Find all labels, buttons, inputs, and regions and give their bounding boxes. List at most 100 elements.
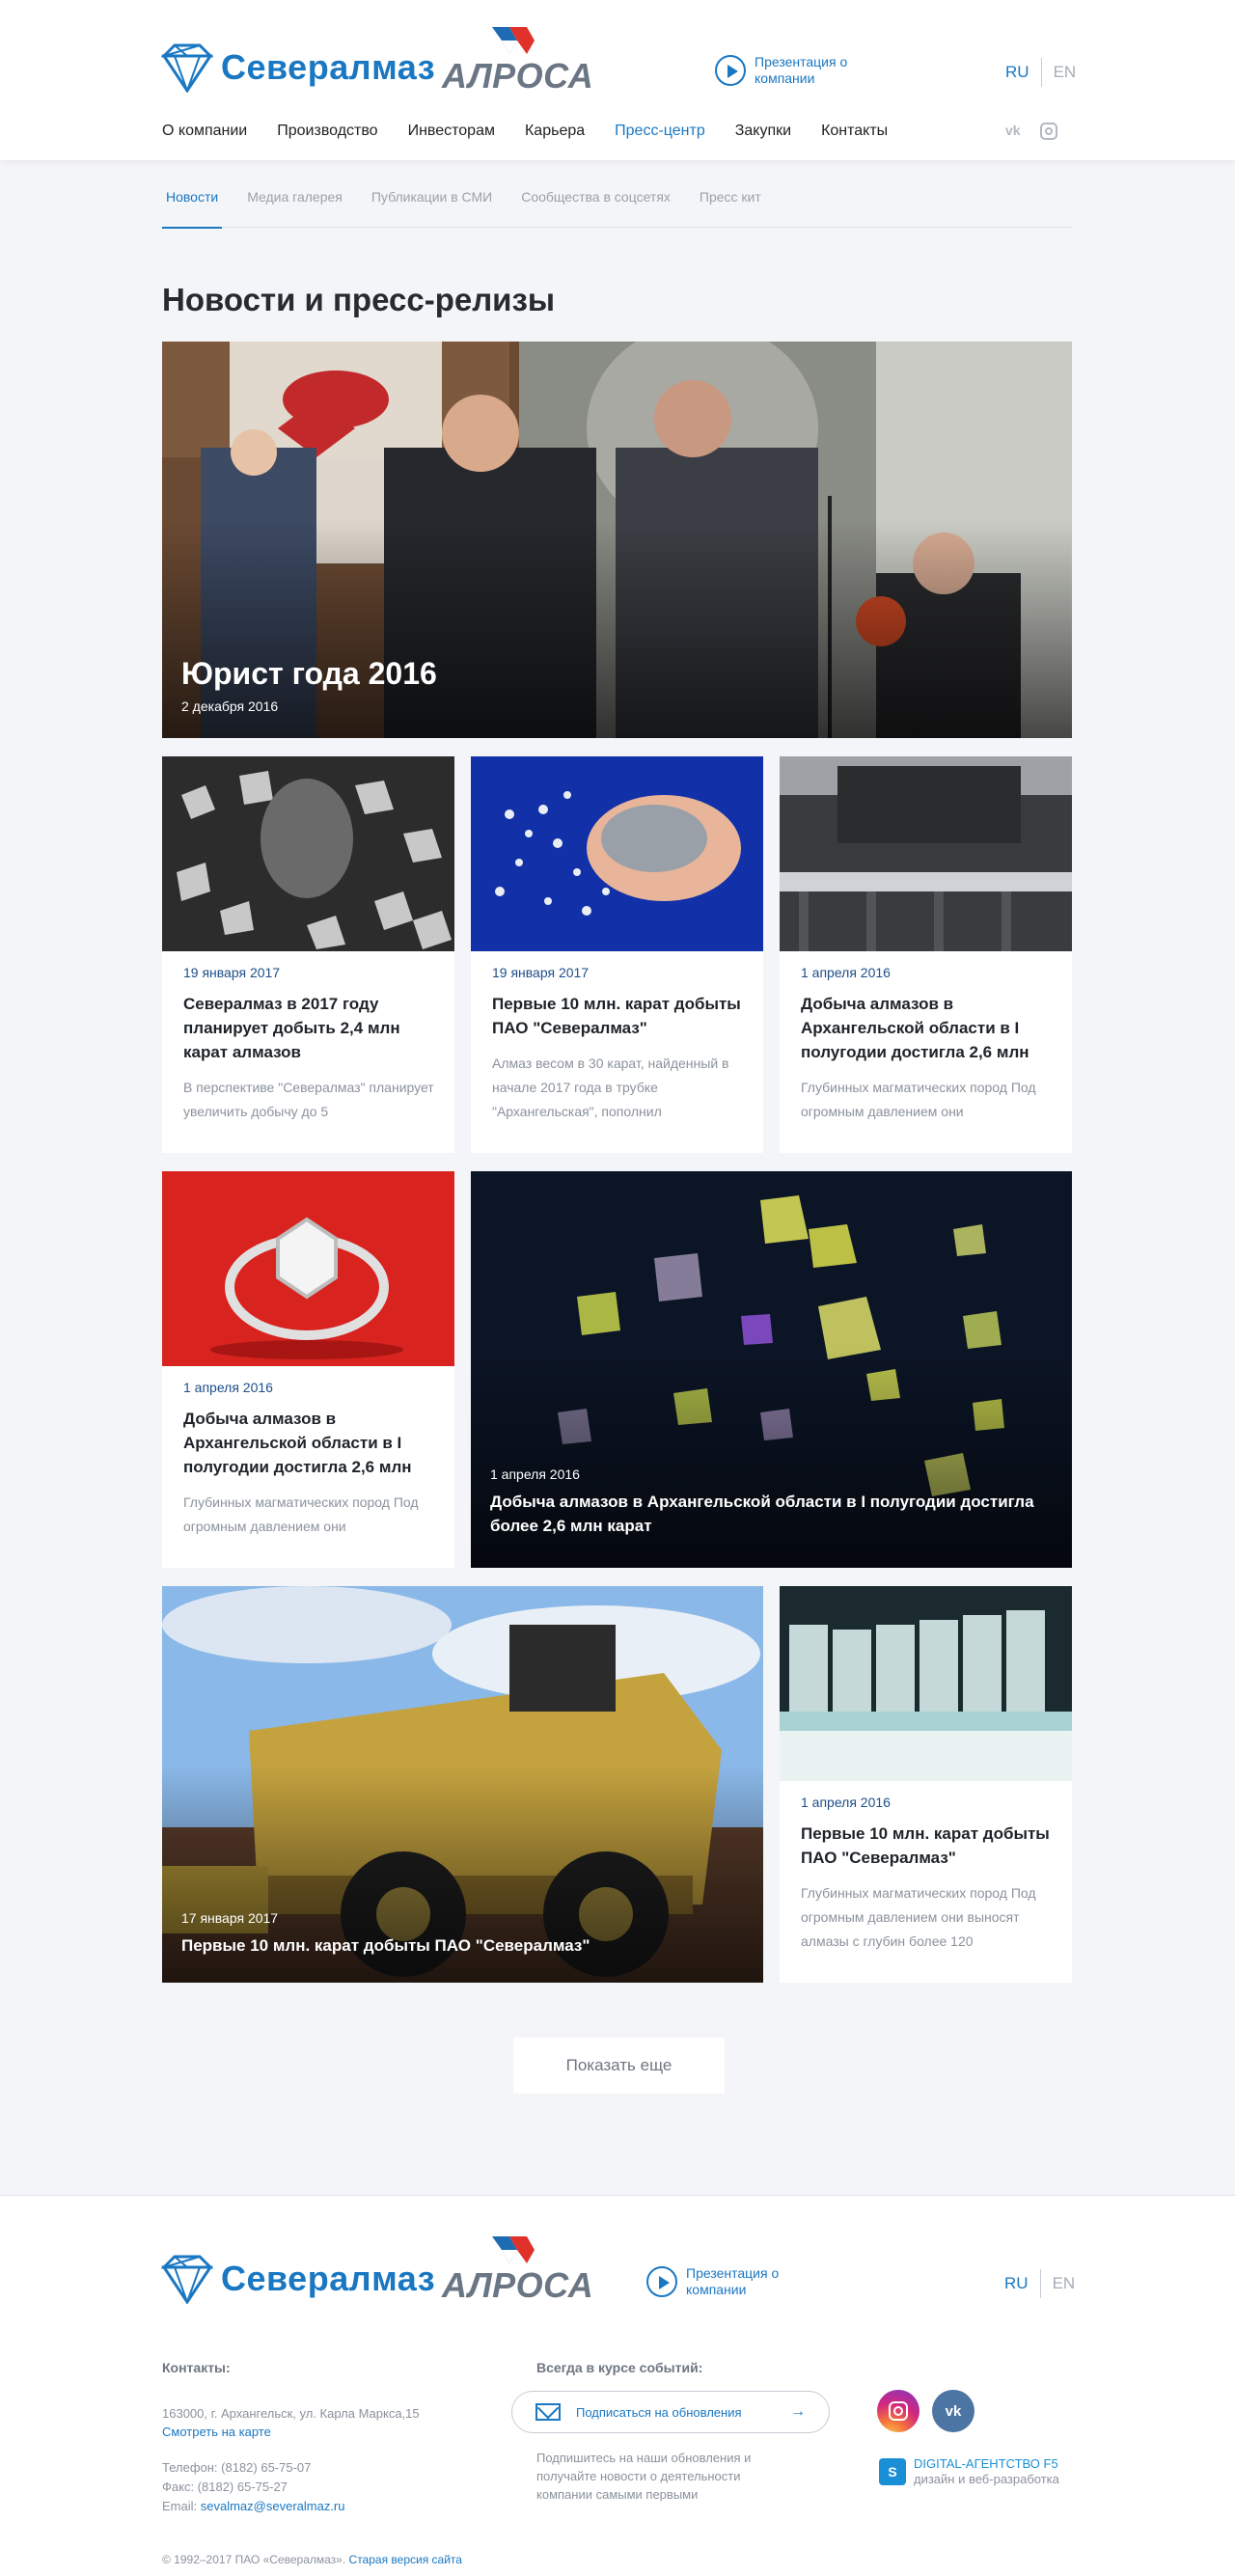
news-date: 1 апреля 2016 — [801, 965, 891, 980]
nav-item-press-center[interactable]: Пресс-центр — [615, 123, 705, 140]
contacts-phone: Телефон: (8182) 65-75-07 — [162, 2460, 312, 2475]
news-body: 1 апреля 2016 Добыча алмазов в Архангель… — [801, 965, 1053, 1124]
news-body: 1 апреля 2016 Первые 10 млн. карат добыт… — [801, 1795, 1053, 1954]
footer-subscribe: Всегда в курсе событий: Подписаться на о… — [511, 2360, 830, 2504]
footer-lang-ru[interactable]: RU — [1004, 2274, 1029, 2293]
brand-name: Севералмаз — [221, 47, 436, 87]
footer-presentation-link[interactable]: Презентация о компании — [646, 2265, 792, 2298]
subscribe-title: Всегда в курсе событий: — [536, 2360, 703, 2375]
news-date: 1 апреля 2016 — [490, 1466, 580, 1482]
news-card-wide[interactable]: 1 апреля 2016 Добыча алмазов в Архангель… — [471, 1171, 1072, 1568]
arrow-right-icon: → — [790, 2403, 806, 2420]
alrosa-emblem-icon — [492, 27, 535, 54]
nav-item-about[interactable]: О компании — [162, 123, 247, 140]
mail-icon — [535, 2403, 561, 2421]
footer-brand-name: Севералмаз — [221, 2259, 436, 2298]
news-card[interactable]: 19 января 2017 Севералмаз в 2017 году пл… — [162, 756, 454, 1153]
presentation-link[interactable]: Презентация о компании — [715, 54, 861, 87]
old-site-link[interactable]: Старая версия сайта — [349, 2553, 462, 2566]
instagram-icon[interactable] — [877, 2390, 919, 2432]
nav-item-career[interactable]: Карьера — [525, 123, 585, 140]
footer-contacts: Контакты: 163000, г. Архангельск, ул. Ка… — [162, 2360, 471, 2516]
news-date: 19 января 2017 — [492, 965, 590, 980]
news-card[interactable]: 19 января 2017 Первые 10 млн. карат добы… — [471, 756, 763, 1153]
lang-separator — [1039, 2269, 1041, 2298]
news-overlay-text: 17 января 2017 Первые 10 млн. карат добы… — [181, 1910, 744, 1958]
nav-item-contacts[interactable]: Контакты — [821, 123, 888, 140]
news-image — [780, 1586, 1072, 1781]
main-nav: О компании Производство Инвесторам Карье… — [162, 123, 918, 140]
news-excerpt: Глубинных магматических пород Под огромн… — [183, 1494, 419, 1534]
vk-icon[interactable]: vk — [932, 2390, 974, 2432]
alrosa-emblem-icon — [492, 2236, 535, 2263]
featured-text: Юрист года 2016 2 декабря 2016 — [181, 654, 1053, 714]
news-image — [162, 1171, 454, 1366]
subnav-social-communities[interactable]: Сообщества в соцсетях — [517, 179, 674, 228]
agency-text: DIGITAL-АГЕНТСТВО F5 дизайн и веб-разраб… — [914, 2456, 1059, 2487]
footer-alrosa-brand-name: АЛРОСА — [442, 2265, 594, 2305]
news-title: Добыча алмазов в Архангельской области в… — [183, 1410, 412, 1476]
email-link[interactable]: sevalmaz@severalmaz.ru — [201, 2499, 345, 2513]
diamond-logo-icon — [161, 43, 213, 93]
news-body: 19 января 2017 Первые 10 млн. карат добы… — [492, 965, 744, 1124]
news-date: 1 апреля 2016 — [183, 1380, 273, 1395]
email-label: Email: — [162, 2499, 198, 2513]
map-link[interactable]: Смотреть на карте — [162, 2425, 271, 2439]
lang-en[interactable]: EN — [1054, 63, 1077, 82]
copyright: © 1992–2017 ПАО «Севералмаз». Старая вер… — [162, 2553, 462, 2566]
news-date: 19 января 2017 — [183, 965, 281, 980]
site-footer: Севералмаз АЛРОСА Презентация о компании… — [0, 2195, 1235, 2576]
footer-severalmaz-logo[interactable]: Севералмаз — [161, 2254, 435, 2304]
language-switch: RU EN — [1005, 58, 1076, 87]
footer-alrosa-logo[interactable]: АЛРОСА — [442, 2234, 593, 2305]
agency-logo-icon: S — [879, 2458, 906, 2485]
subscribe-button[interactable]: Подписаться на обновления → — [511, 2391, 830, 2433]
copyright-text: © 1992–2017 ПАО «Севералмаз». — [162, 2553, 346, 2566]
news-date: 1 апреля 2016 — [801, 1795, 891, 1810]
play-icon — [715, 55, 746, 86]
instagram-icon[interactable] — [1039, 123, 1057, 140]
news-card[interactable]: 1 апреля 2016 Первые 10 млн. карат добыт… — [780, 1586, 1072, 1983]
vk-icon[interactable]: vk — [1005, 123, 1021, 140]
featured-date: 2 декабря 2016 — [181, 699, 279, 714]
news-image — [471, 756, 763, 951]
subscribe-note: Подпишитесь на наши обновления и получай… — [536, 2451, 752, 2502]
news-excerpt: Глубинных магматических пород Под огромн… — [801, 1080, 1036, 1119]
agency-credit[interactable]: S DIGITAL-АГЕНТСТВО F5 дизайн и веб-разр… — [879, 2456, 1059, 2487]
show-more-button[interactable]: Показать еще — [513, 2038, 725, 2094]
contacts-title: Контакты: — [162, 2360, 231, 2375]
contacts-address: 163000, г. Архангельск, ул. Карла Маркса… — [162, 2406, 420, 2421]
news-date: 17 января 2017 — [181, 1910, 279, 1926]
news-excerpt: Алмаз весом в 30 карат, найденный в нача… — [492, 1055, 729, 1119]
featured-title: Юрист года 2016 — [181, 656, 437, 691]
press-subnav: Новости Медиа галерея Публикации в СМИ С… — [162, 179, 1072, 229]
news-card[interactable]: 1 апреля 2016 Добыча алмазов в Архангель… — [162, 1171, 454, 1568]
news-card-wide[interactable]: 17 января 2017 Первые 10 млн. карат добы… — [162, 1586, 763, 1983]
header-social: vk — [1005, 123, 1057, 140]
news-title: Первые 10 млн. карат добыты ПАО "Северал… — [801, 1824, 1050, 1867]
site-header: Севералмаз АЛРОСА Презентация о компании… — [0, 0, 1235, 160]
news-overlay-text: 1 апреля 2016 Добыча алмазов в Архангель… — [490, 1466, 1053, 1538]
news-excerpt: Глубинных магматических пород Под огромн… — [801, 1885, 1036, 1949]
alrosa-logo[interactable]: АЛРОСА — [442, 25, 593, 96]
subnav-news[interactable]: Новости — [162, 179, 223, 229]
subnav-media-gallery[interactable]: Медиа галерея — [243, 179, 346, 228]
news-title: Первые 10 млн. карат добыты ПАО "Северал… — [492, 995, 741, 1037]
nav-item-purchases[interactable]: Закупки — [735, 123, 791, 140]
nav-item-production[interactable]: Производство — [277, 123, 377, 140]
lang-ru[interactable]: RU — [1005, 63, 1029, 82]
news-card[interactable]: 1 апреля 2016 Добыча алмазов в Архангель… — [780, 756, 1072, 1153]
footer-social: vk — [877, 2390, 987, 2432]
news-body: 19 января 2017 Севералмаз в 2017 году пл… — [183, 965, 435, 1124]
severalmaz-logo[interactable]: Севералмаз — [161, 42, 435, 93]
news-title: Первые 10 млн. карат добыты ПАО "Северал… — [181, 1936, 590, 1955]
lang-separator — [1040, 58, 1042, 87]
footer-lang-en[interactable]: EN — [1053, 2274, 1076, 2293]
featured-news-card[interactable]: Юрист года 2016 2 декабря 2016 — [162, 342, 1072, 738]
news-image — [162, 756, 454, 951]
subnav-press-kit[interactable]: Пресс кит — [696, 179, 765, 228]
news-title: Добыча алмазов в Архангельской области в… — [801, 995, 1029, 1061]
subnav-publications[interactable]: Публикации в СМИ — [368, 179, 496, 228]
agency-desc: дизайн и веб-разработка — [914, 2472, 1059, 2486]
nav-item-investors[interactable]: Инвесторам — [408, 123, 495, 140]
